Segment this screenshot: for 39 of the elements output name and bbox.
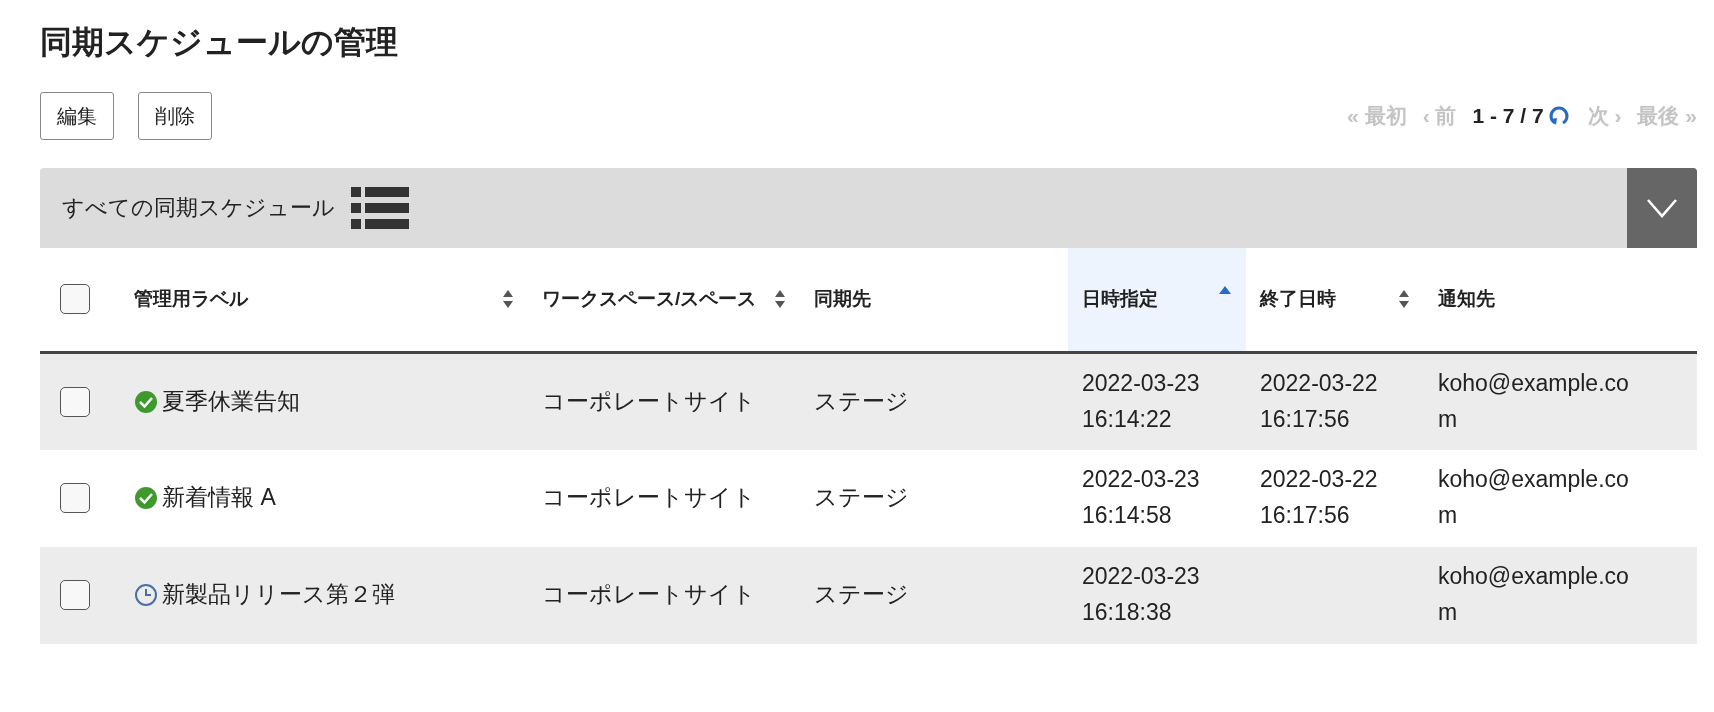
table-cell-text: 2022-03-22 16:17:56	[1260, 369, 1379, 434]
table-cell-text: ステージ	[814, 581, 909, 608]
column-header[interactable]: 通知先	[1438, 285, 1495, 314]
table-cell-text: ステージ	[814, 388, 909, 414]
table-cell-text: コーポレートサイト	[542, 581, 756, 608]
sort-icon[interactable]	[774, 289, 786, 310]
table-cell-text: 2022-03-23 16:14:58	[1082, 465, 1201, 531]
table-cell-text: ステージ	[814, 484, 909, 511]
column-header[interactable]: 日時指定	[1082, 285, 1158, 314]
table-cell-text: 2022-03-23 16:14:22	[1082, 369, 1201, 434]
column-header[interactable]: 同期先	[814, 285, 871, 314]
dropdown-button[interactable]	[1627, 167, 1697, 248]
schedule-label: 新製品リリース第２弾	[162, 580, 395, 610]
list-icon[interactable]	[351, 186, 409, 229]
action-button[interactable]: 編集	[40, 91, 114, 140]
table-cell-text: 2022-03-23 16:18:38	[1082, 562, 1201, 628]
page-title: 同期スケジュールの管理	[40, 23, 399, 62]
table-cell-text: koho@example.com	[1438, 465, 1630, 531]
table-cell-text: 2022-03-22 16:17:56	[1260, 465, 1379, 531]
column-header[interactable]: 終了日時	[1260, 285, 1336, 314]
column-header[interactable]: 管理用ラベル	[134, 285, 248, 314]
schedule-label: 新着情報 A	[162, 483, 276, 513]
page-range: 1 - 7 / 7	[1472, 102, 1544, 129]
table-cell-text: コーポレートサイト	[542, 484, 756, 511]
sort-icon[interactable]	[502, 289, 514, 310]
action-button[interactable]: 削除	[138, 91, 212, 140]
sort-icon[interactable]	[1398, 289, 1410, 310]
chevron-down-icon	[1647, 197, 1677, 218]
checkbox[interactable]	[60, 284, 90, 315]
table-cell-text: koho@example.com	[1438, 369, 1630, 434]
column-header[interactable]: ワークスペース/スペース	[542, 285, 757, 314]
table-cell-text: koho@example.com	[1438, 562, 1630, 628]
checkbox[interactable]	[60, 580, 90, 611]
schedule-label: 夏季休業告知	[162, 387, 300, 416]
sort-ascending-icon[interactable]	[1218, 285, 1232, 296]
checkbox[interactable]	[60, 483, 90, 514]
panel-title: すべての同期スケジュール	[61, 194, 335, 223]
checkbox[interactable]	[60, 386, 90, 417]
table-cell-text: コーポレートサイト	[542, 388, 756, 414]
